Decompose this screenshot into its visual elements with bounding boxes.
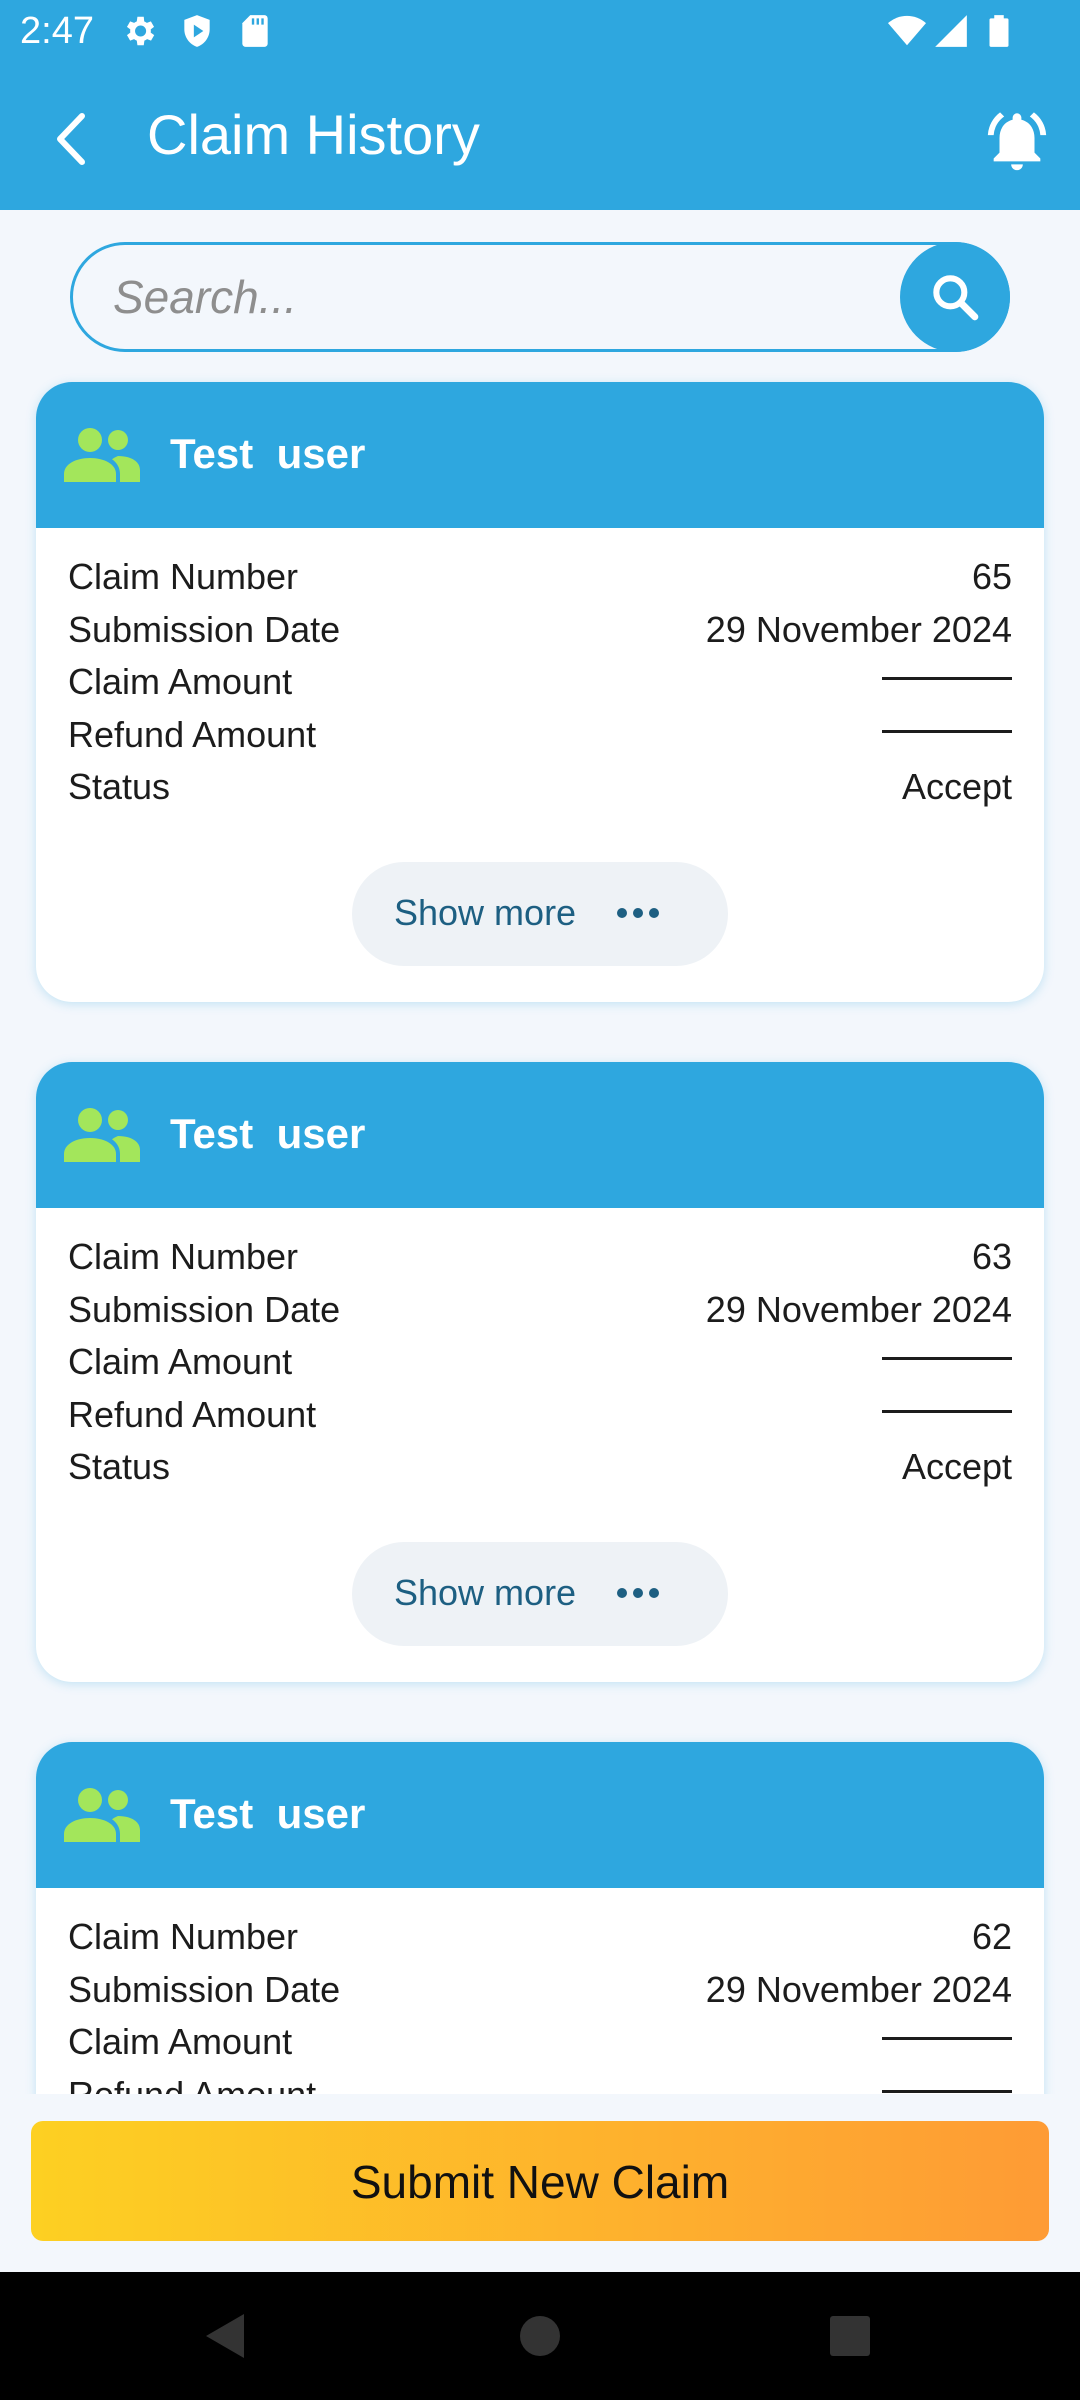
refund-amount-empty	[882, 729, 1012, 733]
claim-number-label: Claim Number	[68, 1236, 299, 1277]
claim-card-header: Test user	[36, 1062, 1044, 1208]
bell-ringing-icon[interactable]	[982, 106, 1052, 176]
show-more-label: Show more	[394, 1572, 577, 1613]
status-value: Accept	[901, 766, 1012, 807]
claim-row: Claim Amount	[68, 1335, 1012, 1388]
system-nav-bar	[0, 2272, 1080, 2400]
page-title: Claim History	[147, 103, 480, 166]
search-bar	[70, 242, 1010, 352]
claim-row: Submission Date 29 November 2024	[68, 603, 1012, 656]
more-dots-icon	[617, 908, 659, 918]
claim-user-name: Test user	[170, 1110, 366, 1157]
claim-row: Refund Amount	[68, 708, 1012, 761]
refund-amount-empty	[882, 1409, 1012, 1413]
search-button[interactable]	[900, 242, 1010, 352]
shield-play-icon	[184, 15, 210, 47]
gear-icon	[126, 16, 155, 46]
claim-amount-empty	[882, 1357, 1012, 1360]
claim-amount-empty	[882, 2037, 1012, 2040]
submission-date-value: 29 November 2024	[705, 1968, 1012, 2010]
nav-back-icon[interactable]	[196, 2304, 260, 2368]
nav-home-icon[interactable]	[508, 2304, 572, 2368]
claim-number-value: 65	[971, 556, 1012, 597]
sd-card-icon	[242, 15, 268, 47]
refund-amount-label: Refund Amount	[68, 1393, 317, 1435]
claim-row: Submission Date 29 November 2024	[68, 1963, 1012, 2016]
submission-date-label: Submission Date	[68, 1288, 341, 1330]
claim-row: Refund Amount	[68, 1388, 1012, 1441]
show-more-label: Show more	[394, 892, 577, 933]
status-label: Status	[68, 766, 171, 807]
back-arrow-icon[interactable]	[40, 104, 110, 174]
status-time: 2:47	[20, 10, 94, 52]
status-bar: 2:47	[0, 0, 1080, 64]
group-icon	[64, 428, 140, 482]
show-more-button[interactable]: Show more	[352, 1542, 728, 1646]
claim-number-label: Claim Number	[68, 1916, 299, 1957]
submission-date-label: Submission Date	[68, 1968, 341, 2010]
claim-row: Claim Amount	[68, 2015, 1012, 2068]
claim-row: Claim Number 65	[68, 550, 1012, 603]
claim-row: Status Accept	[68, 1440, 1012, 1493]
submit-new-claim-label: Submit New Claim	[350, 2156, 730, 2208]
claim-amount-label: Claim Amount	[68, 2021, 293, 2062]
claim-row: Status Accept	[68, 760, 1012, 813]
group-icon	[64, 1788, 140, 1842]
refund-amount-empty	[882, 2089, 1012, 2093]
submission-date-value: 29 November 2024	[705, 608, 1012, 650]
search-input[interactable]	[113, 245, 893, 349]
more-dots-icon	[617, 1588, 659, 1598]
battery-icon	[989, 15, 1009, 47]
claim-card-header: Test user	[36, 382, 1044, 528]
group-icon	[64, 1108, 140, 1162]
claim-row: Claim Amount	[68, 655, 1012, 708]
claim-user-name: Test user	[170, 430, 366, 477]
search-icon	[933, 275, 979, 321]
claim-amount-label: Claim Amount	[68, 1341, 293, 1382]
claim-user-name: Test user	[170, 1790, 366, 1837]
refund-amount-label: Refund Amount	[68, 713, 317, 755]
app-bar: Claim History	[0, 64, 1080, 210]
show-more-button[interactable]: Show more	[352, 862, 728, 966]
signal-icon	[935, 15, 967, 47]
claim-row: Submission Date 29 November 2024	[68, 1283, 1012, 1336]
claim-amount-label: Claim Amount	[68, 661, 293, 702]
claim-number-label: Claim Number	[68, 556, 299, 597]
claim-card: Test user Claim Number 63 Submission Date…	[36, 1062, 1044, 1682]
claim-amount-empty	[882, 677, 1012, 680]
nav-recents-icon[interactable]	[818, 2304, 882, 2368]
claim-number-value: 63	[971, 1236, 1012, 1277]
status-label: Status	[68, 1446, 171, 1487]
claim-row: Claim Number 63	[68, 1230, 1012, 1283]
claim-card-header: Test user	[36, 1742, 1044, 1888]
claim-row: Claim Number 62	[68, 1910, 1012, 1963]
status-value: Accept	[901, 1446, 1012, 1487]
submit-new-claim-button[interactable]: Submit New Claim	[31, 2121, 1049, 2241]
claim-card: Test user Claim Number 65 Submission Date…	[36, 382, 1044, 1002]
submission-date-value: 29 November 2024	[705, 1288, 1012, 1330]
wifi-icon	[888, 15, 926, 46]
claim-number-value: 62	[971, 1916, 1012, 1957]
submission-date-label: Submission Date	[68, 608, 341, 650]
